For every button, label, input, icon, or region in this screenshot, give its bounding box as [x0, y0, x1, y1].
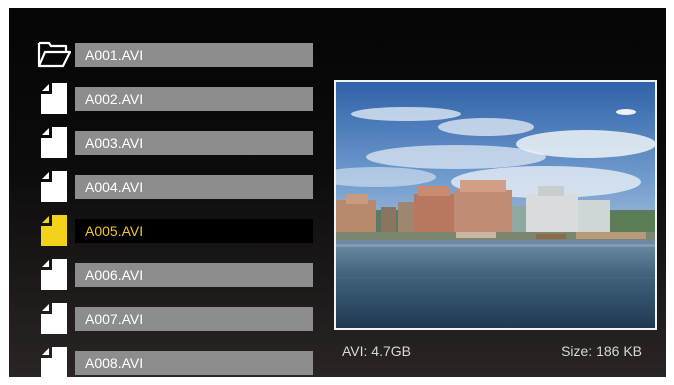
file-size-info: Size: 186 KB	[561, 343, 642, 359]
file-row-a002[interactable]: A002.AVI	[9, 77, 329, 121]
file-row-a001[interactable]: A001.AVI	[9, 33, 329, 77]
waterfront-city-photo	[336, 82, 655, 328]
file-name: A005.AVI	[75, 219, 313, 243]
file-format-info: AVI: 4.7GB	[342, 343, 411, 359]
file-icon	[36, 257, 72, 291]
file-row-a004[interactable]: A004.AVI	[9, 165, 329, 209]
media-browser-screen: A001.AVI A002.AVI A003.AVI A004.AVI A005…	[9, 8, 666, 377]
file-name: A008.AVI	[75, 351, 313, 375]
file-name: A002.AVI	[75, 87, 313, 111]
file-icon	[36, 345, 72, 377]
file-name: A004.AVI	[75, 175, 313, 199]
file-row-a005-selected[interactable]: A005.AVI	[9, 209, 329, 253]
video-preview-thumbnail	[334, 80, 657, 330]
file-name: A001.AVI	[75, 43, 313, 67]
file-name: A003.AVI	[75, 131, 313, 155]
file-name: A006.AVI	[75, 263, 313, 287]
file-icon	[36, 125, 72, 159]
file-icon	[36, 169, 72, 203]
file-icon	[36, 213, 72, 247]
file-list: A001.AVI A002.AVI A003.AVI A004.AVI A005…	[9, 8, 329, 377]
file-row-a006[interactable]: A006.AVI	[9, 253, 329, 297]
file-icon	[36, 81, 72, 115]
file-row-a003[interactable]: A003.AVI	[9, 121, 329, 165]
file-row-a007[interactable]: A007.AVI	[9, 297, 329, 341]
file-row-a008[interactable]: A008.AVI	[9, 341, 329, 377]
folder-icon	[36, 37, 72, 71]
file-icon	[36, 301, 72, 335]
file-name: A007.AVI	[75, 307, 313, 331]
